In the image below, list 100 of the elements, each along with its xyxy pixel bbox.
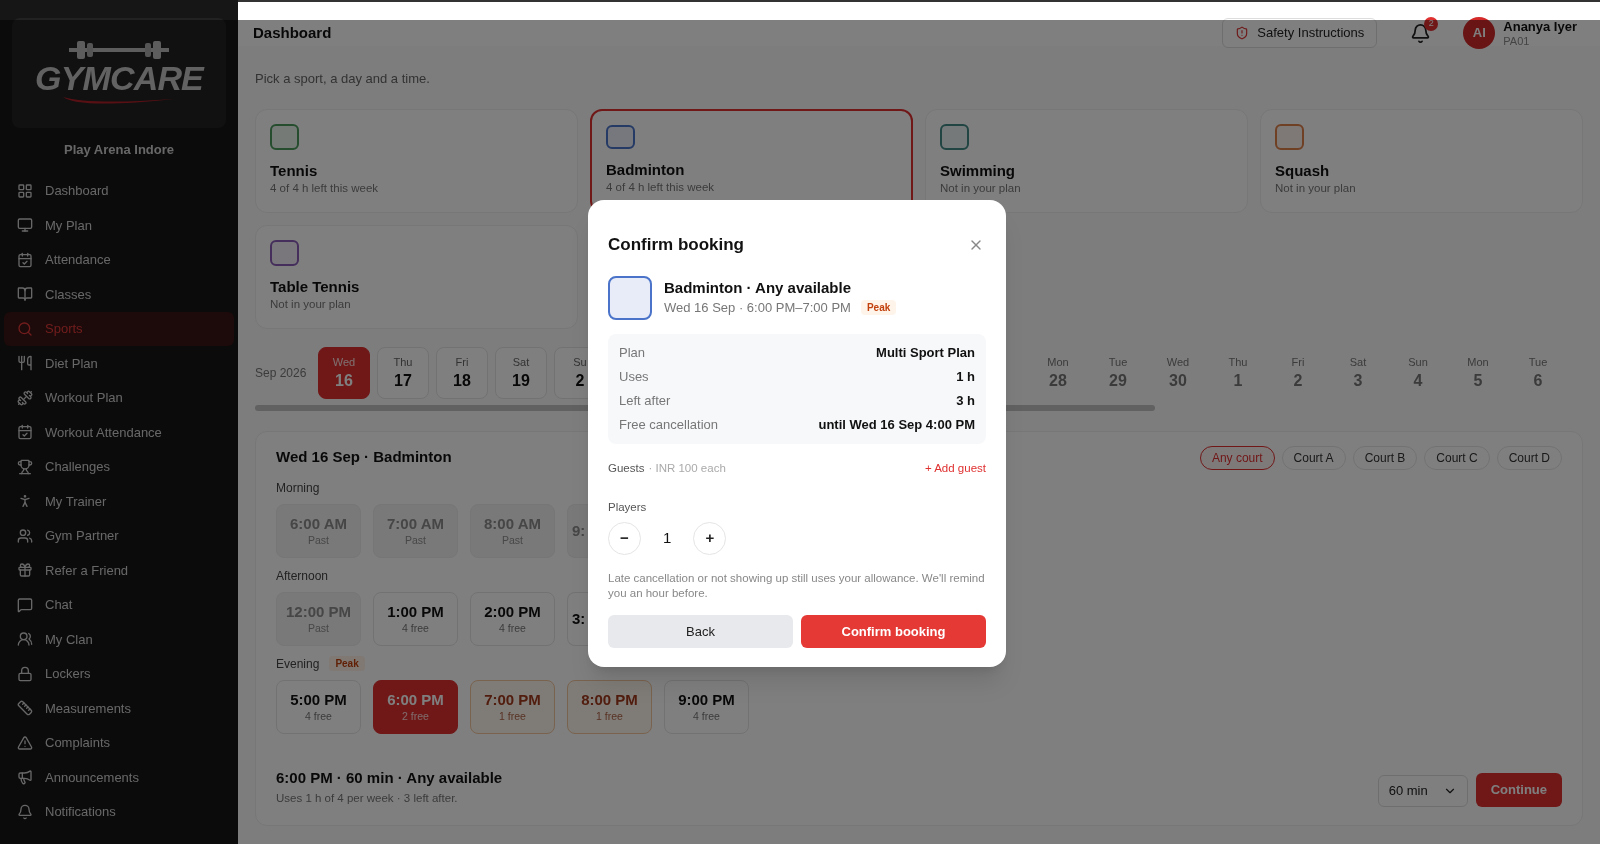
detail-label: Free cancellation <box>619 415 718 434</box>
time-slot[interactable]: 7:00 PM 1 free <box>470 679 555 734</box>
lock-icon <box>17 665 33 682</box>
court-chip[interactable]: Court B <box>1352 445 1418 470</box>
page-title: Dashboard <box>253 22 332 43</box>
sport-card[interactable]: Squash Not in your plan <box>1260 108 1583 213</box>
nav-item[interactable]: Notifications <box>4 794 234 829</box>
detail-value: 1 h <box>956 367 975 386</box>
shield-icon <box>1235 26 1250 40</box>
warning-icon <box>17 734 33 751</box>
guests-note: · INR 100 each <box>648 460 726 476</box>
user-name: Ananya Iyer <box>1503 18 1577 34</box>
detail-value: until Wed 16 Sep 4:00 PM <box>818 415 975 434</box>
time-slot[interactable]: 5:00 PM 4 free <box>276 679 361 734</box>
nav-item[interactable]: Attendance <box>4 242 234 277</box>
cancellation-note: Late cancellation or not showing up still uses your allowance. We'll remind you an hour before. <box>608 571 986 601</box>
detail-value: Multi Sport Plan <box>876 343 975 362</box>
nav-item[interactable]: My Plan <box>4 208 234 243</box>
peak-badge: Peak <box>329 656 365 671</box>
detail-label: Plan <box>619 343 646 362</box>
booking-sport: Badminton · Any available <box>664 277 852 298</box>
date-chip[interactable]: Fri 18 <box>436 346 488 399</box>
date-chip[interactable]: Thu 17 <box>377 346 429 399</box>
guests-label: Guests <box>608 460 645 476</box>
nav-item[interactable]: Complaints <box>4 725 234 760</box>
grid-icon <box>17 182 33 199</box>
detail-label: Uses <box>619 367 649 386</box>
ruler-icon <box>17 700 33 717</box>
nav-item[interactable]: Announcements <box>4 760 234 795</box>
section-label: Evening <box>276 655 320 673</box>
sport-name: Tennis <box>270 162 319 181</box>
add-guest-link[interactable]: + Add guest <box>924 459 986 477</box>
nav-item[interactable]: Refer a Friend <box>4 553 234 588</box>
intro-text: Pick a sport, a day and a time. <box>255 70 431 88</box>
nav-item[interactable]: Chat <box>4 587 234 622</box>
nav-item[interactable]: Lockers <box>4 656 234 691</box>
trophy-icon <box>17 458 33 475</box>
calendar-check-icon <box>17 424 33 441</box>
detail-label: Left after <box>619 391 671 410</box>
time-slot[interactable]: 9:00 PM 4 free <box>664 679 749 734</box>
selection-summary: 6:00 PM · 60 min · Any available <box>276 768 503 789</box>
sport-name: Swimming <box>940 162 1016 181</box>
user-avatar[interactable]: AI <box>1463 17 1496 49</box>
nav-item[interactable]: My Clan <box>4 622 234 657</box>
back-button[interactable]: Back <box>608 615 793 648</box>
nav-item[interactable]: Workout Attendance <box>4 415 234 450</box>
confirm-button[interactable]: Confirm booking <box>801 615 986 648</box>
bell-icon <box>17 803 33 820</box>
sport-note: Not in your plan <box>1275 181 1357 197</box>
time-slot[interactable]: 2:00 PM 4 free <box>470 591 555 646</box>
court-chip[interactable]: Court A <box>1281 445 1346 470</box>
selection-note: Uses 1 h of 4 per week · 3 left after. <box>276 790 459 806</box>
sport-card[interactable]: Tennis 4 of 4 h left this week <box>255 108 578 213</box>
time-slot[interactable]: 1:00 PM 4 free <box>373 591 458 646</box>
sport-card[interactable]: Swimming Not in your plan <box>925 108 1248 213</box>
logo-wordmark: GYMCARE <box>35 61 203 95</box>
nav-item[interactable]: Challenges <box>4 449 234 484</box>
user-id: PA01 <box>1503 34 1531 48</box>
player-count: 1 <box>663 528 672 549</box>
peak-badge: Peak <box>860 300 897 315</box>
sport-card[interactable]: Table Tennis Not in your plan <box>255 224 578 329</box>
venue-name: Play Arena Indore <box>62 141 176 159</box>
sport-note: Not in your plan <box>270 297 352 313</box>
nav-item[interactable]: Gym Partner <box>4 518 234 553</box>
sport-name: Table Tennis <box>270 278 361 297</box>
gift-icon <box>17 562 33 579</box>
court-chip[interactable]: Any court <box>1199 445 1275 470</box>
users-icon <box>17 527 33 544</box>
panel-title: Wed 16 Sep · Badminton <box>276 447 452 468</box>
group-icon <box>17 631 33 648</box>
nav-item[interactable]: My Trainer <box>4 484 234 519</box>
chat-icon <box>17 596 33 613</box>
month-label: Sep 2026 <box>255 364 308 382</box>
nav-item[interactable]: Diet Plan <box>4 346 234 381</box>
time-slot[interactable]: 6:00 PM 2 free <box>373 679 458 734</box>
date-chip[interactable]: Sat 19 <box>495 346 547 399</box>
date-chip[interactable]: Wed 16 <box>318 346 370 399</box>
nav-item[interactable]: Classes <box>4 277 234 312</box>
section-label: Morning <box>276 479 320 497</box>
nav-item[interactable]: Workout Plan <box>4 380 234 415</box>
players-label: Players <box>608 499 648 515</box>
nav-item[interactable]: Measurements <box>4 691 234 726</box>
dialog-title: Confirm booking <box>608 234 744 256</box>
utensils-icon <box>17 355 33 372</box>
book-icon <box>17 286 33 303</box>
sport-note: Not in your plan <box>940 181 1022 197</box>
section-label: Afternoon <box>276 567 329 585</box>
safety-button[interactable]: Safety Instructions <box>1222 18 1378 48</box>
booking-time: Wed 16 Sep · 6:00 PM–7:00 PM <box>664 298 851 317</box>
duration-select[interactable]: 60 min <box>1377 775 1468 807</box>
time-slot[interactable]: 3: <box>567 591 589 646</box>
person-icon <box>17 493 33 510</box>
dumbbell-icon <box>17 389 33 406</box>
detail-value: 3 h <box>956 391 975 410</box>
continue-button[interactable]: Continue <box>1475 773 1562 807</box>
court-chip[interactable]: Court D <box>1496 445 1562 470</box>
bell-icon <box>1409 22 1431 44</box>
time-slot[interactable]: 8:00 PM 1 free <box>567 679 652 734</box>
court-chip[interactable]: Court C <box>1424 445 1490 470</box>
nav-item[interactable]: Dashboard <box>4 173 234 208</box>
